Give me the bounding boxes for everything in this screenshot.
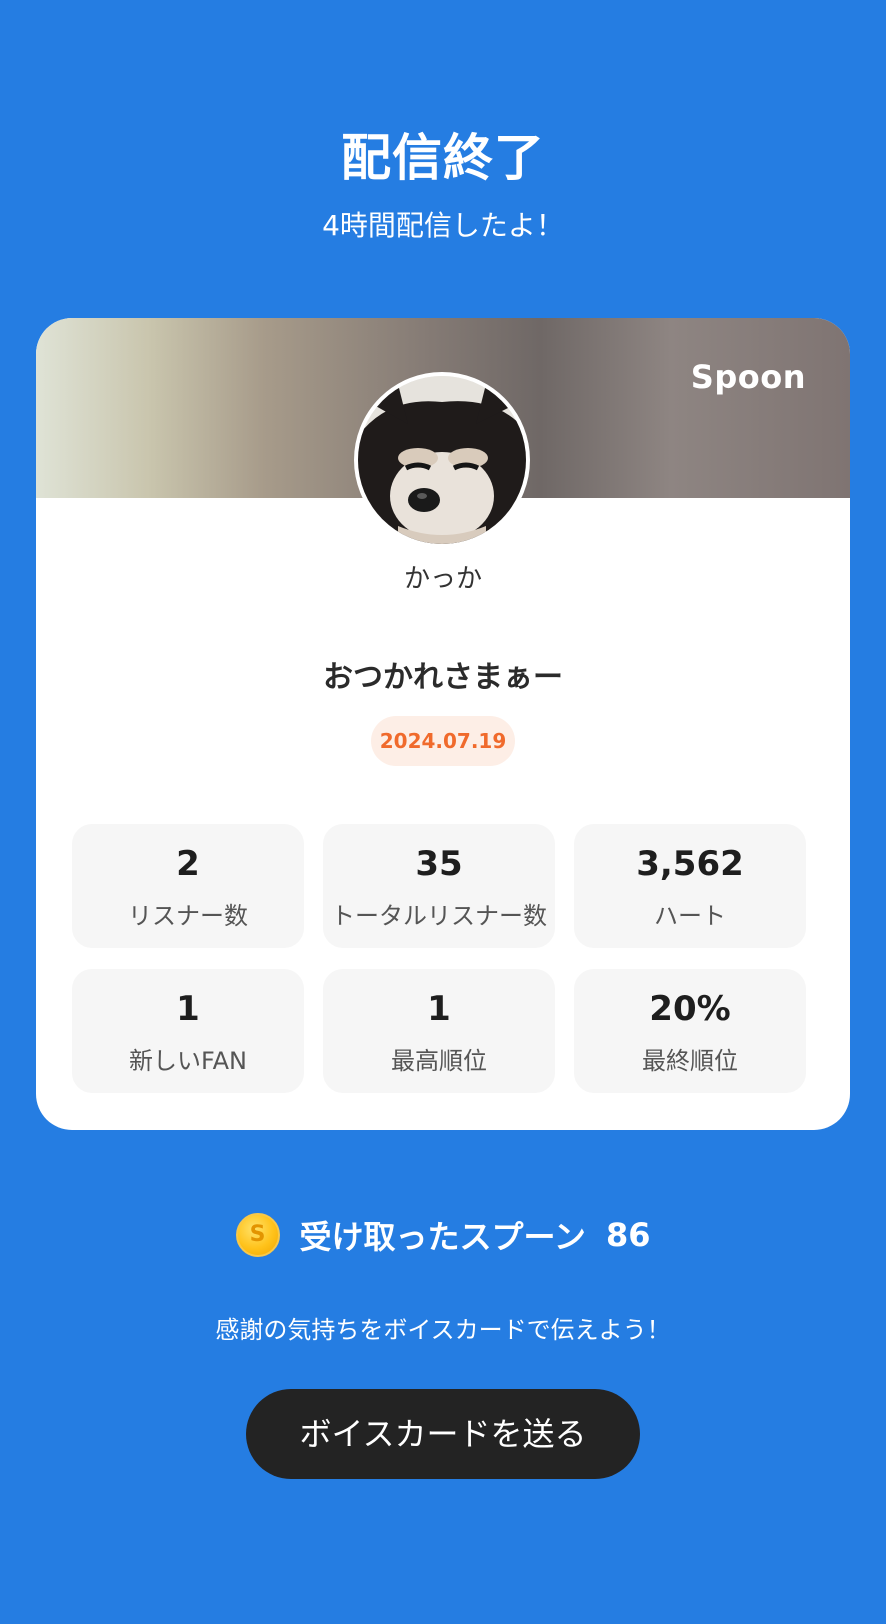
stat-listeners: 2 リスナー数 <box>72 824 304 948</box>
spoon-logo: Spoon <box>690 358 806 396</box>
page-header-subtitle: 4時間配信したよ！ <box>322 209 564 242</box>
date-badge: 2024.07.19 <box>371 716 515 766</box>
username: かっか <box>403 564 482 594</box>
stat-value: 3,562 <box>636 844 744 884</box>
stat-value: 20% <box>649 989 731 1029</box>
stat-label: ハート <box>654 902 726 930</box>
stat-final-rank: 20% 最終順位 <box>574 969 806 1093</box>
stat-label: トータルリスナー数 <box>331 902 547 930</box>
stat-hearts: 3,562 ハート <box>574 824 806 948</box>
stat-total-listeners: 35 トータルリスナー数 <box>323 824 555 948</box>
stat-highest-rank: 1 最高順位 <box>323 969 555 1093</box>
stat-new-fans: 1 新しいFAN <box>72 969 304 1093</box>
received-spoons-count: 86 <box>605 1216 651 1254</box>
broadcast-summary-card: Spoon かっか おつかれさまぁー 2024.07.19 2 リスナー数 35… <box>36 318 850 1130</box>
received-spoons-label: 受け取ったスプーン <box>299 1218 586 1256</box>
stat-value: 1 <box>176 989 200 1029</box>
dog-photo-icon <box>358 376 526 544</box>
voice-card-prompt: 感謝の気持ちをボイスカードで伝えよう！ <box>215 1316 671 1344</box>
page-header-title: 配信終了 <box>341 129 545 187</box>
send-voice-card-button[interactable]: ボイスカードを送る <box>246 1389 640 1479</box>
stat-value: 1 <box>427 989 451 1029</box>
stat-label: 最高順位 <box>391 1047 487 1075</box>
avatar[interactable] <box>354 372 530 548</box>
stat-value: 35 <box>415 844 463 884</box>
received-spoons-row: S 受け取ったスプーン 86 <box>0 1212 886 1262</box>
stat-label: リスナー数 <box>128 902 248 930</box>
stat-label: 最終順位 <box>642 1047 738 1075</box>
broadcast-title: おつかれさまぁー <box>323 660 563 695</box>
stat-label: 新しいFAN <box>129 1047 247 1075</box>
spoon-coin-icon: S <box>235 1213 280 1257</box>
stat-value: 2 <box>176 844 200 884</box>
